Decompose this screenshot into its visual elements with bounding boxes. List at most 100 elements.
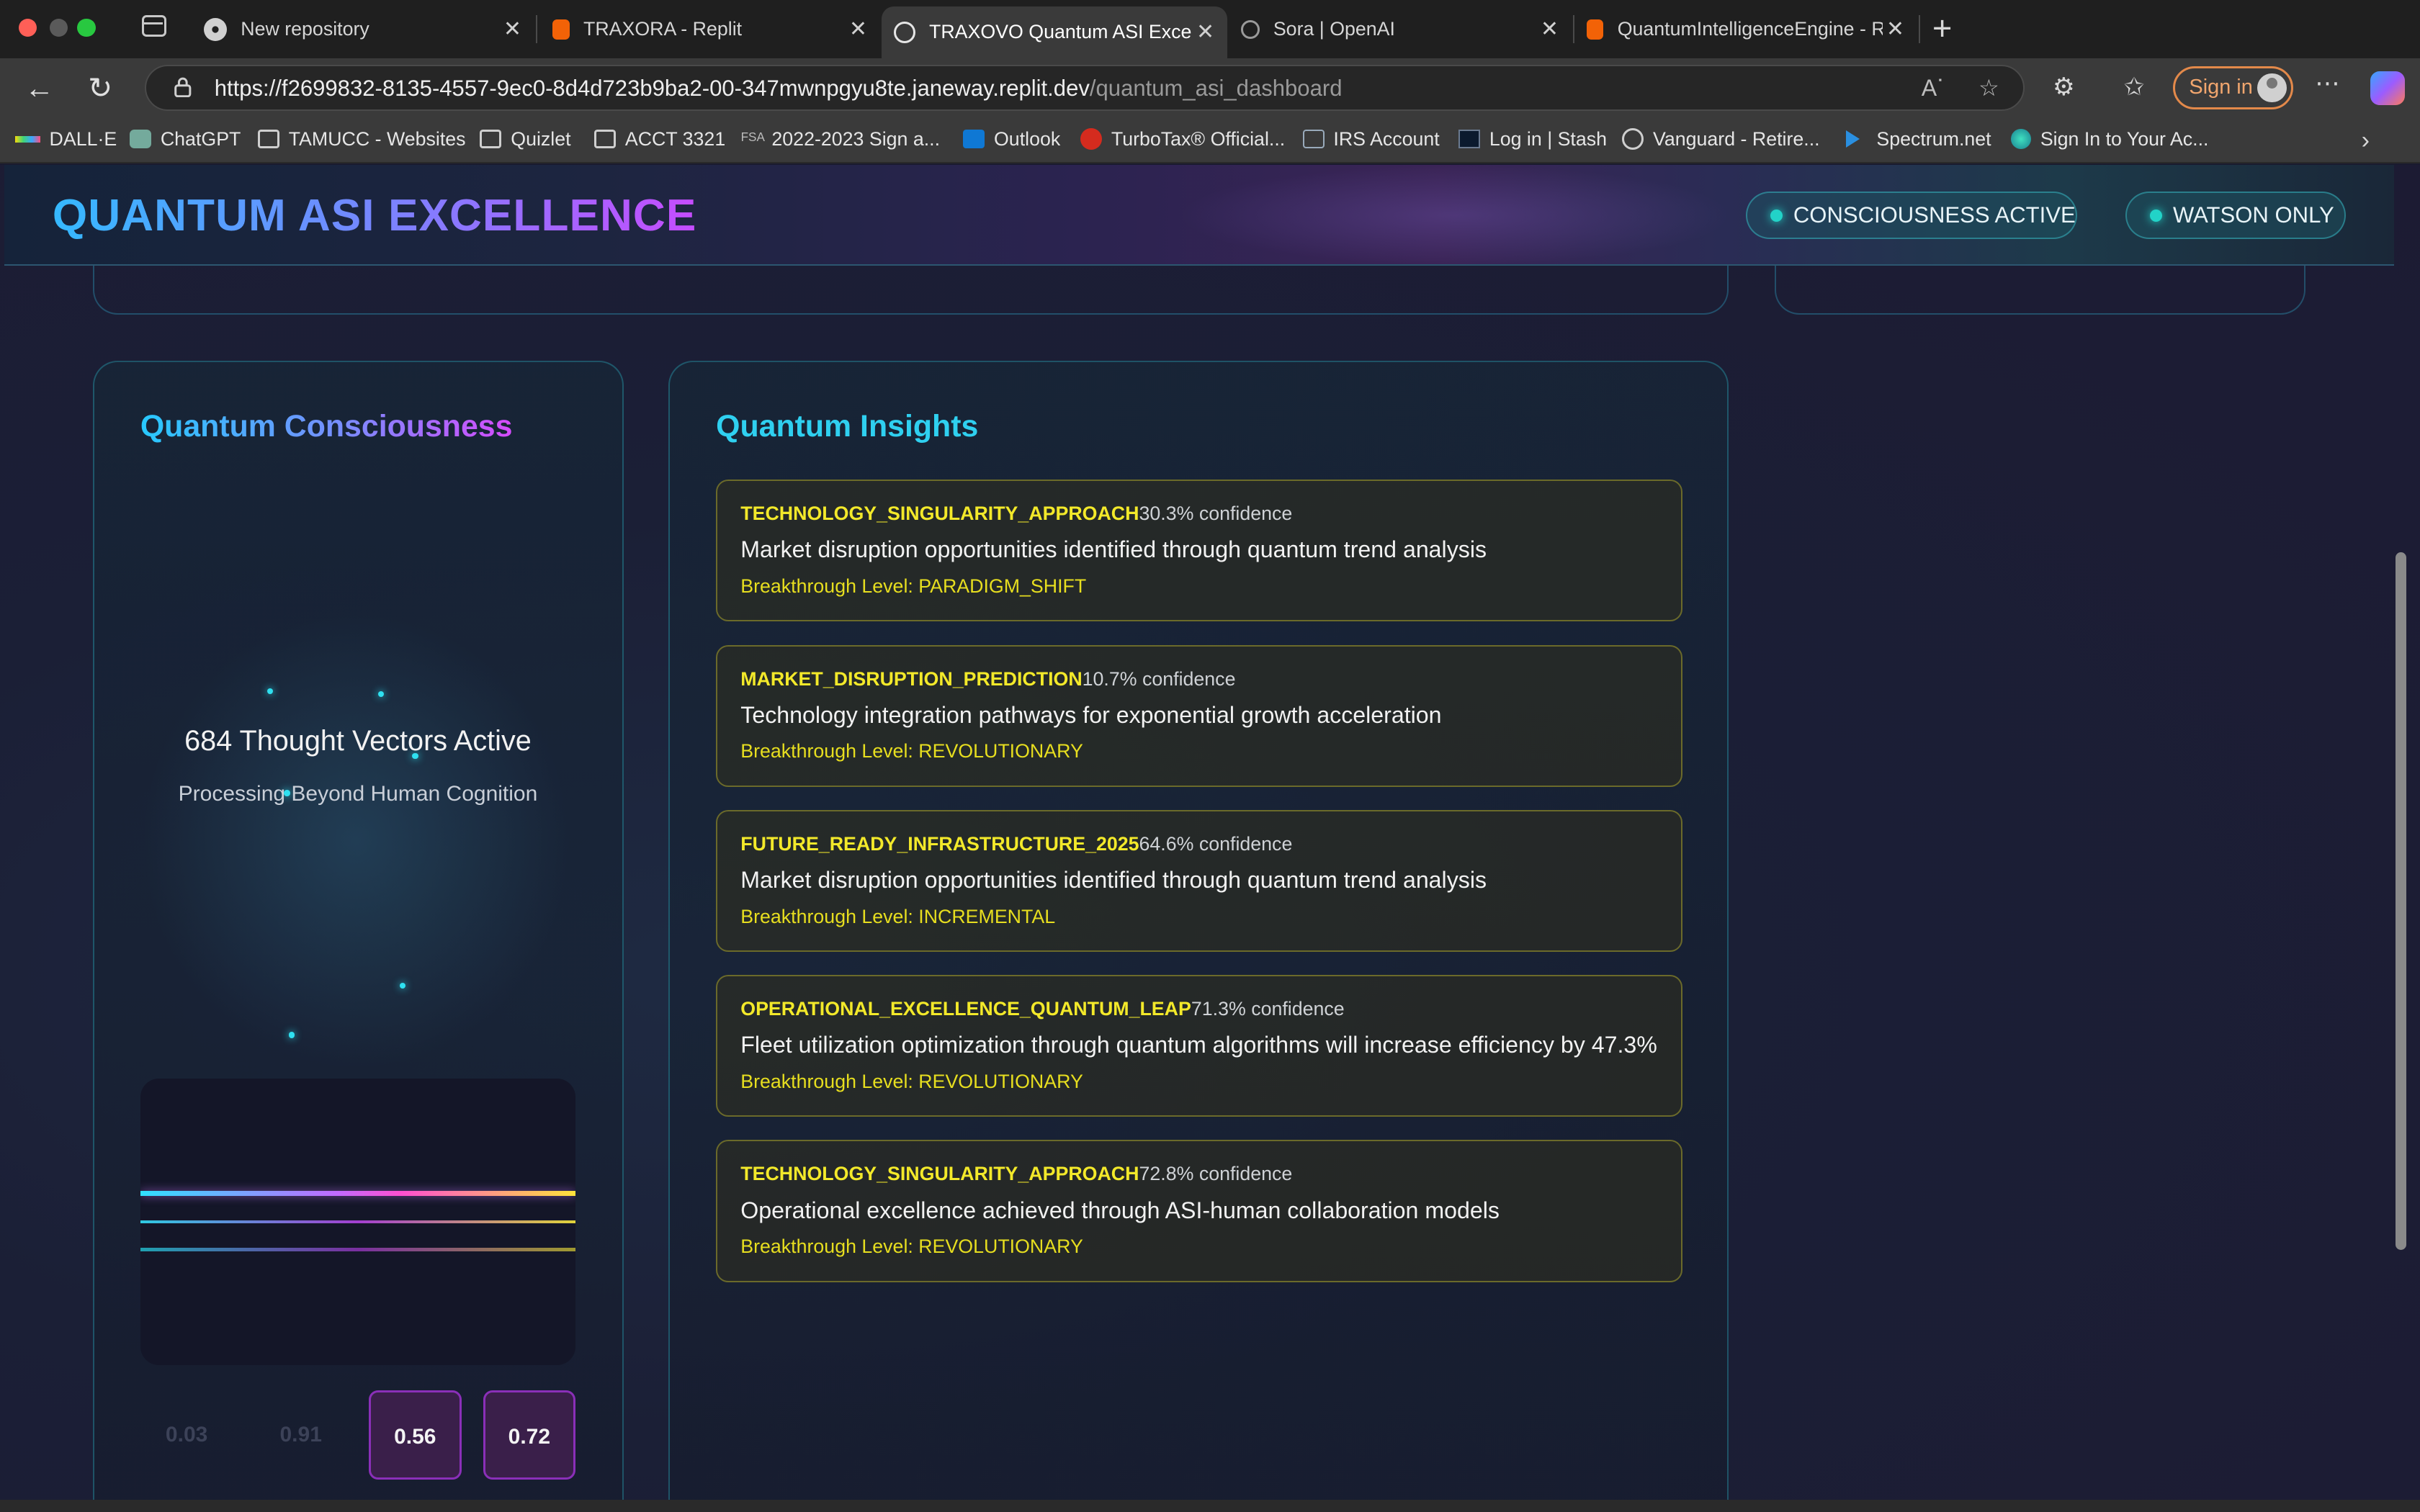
insight-header: TECHNOLOGY_SINGULARITY_APPROACH72.8% con… — [740, 1163, 1292, 1185]
consciousness-subtitle: Processing Beyond Human Cognition — [178, 782, 538, 806]
read-aloud-icon[interactable]: Aᐝ — [1922, 74, 1943, 102]
insight-card[interactable]: OPERATIONAL_EXCELLENCE_QUANTUM_LEAP71.3%… — [716, 975, 1682, 1117]
bookmark-outlook[interactable]: Outlook — [963, 128, 1060, 150]
status-label: CONSCIOUSNESS ACTIVE — [1793, 202, 2076, 228]
bookmark-label: Quizlet — [511, 127, 571, 150]
replit-icon — [552, 19, 570, 40]
url-host: https://f2699832-8135-4557-9ec0-8d4d723b… — [214, 75, 1090, 101]
minimize-window-button[interactable] — [49, 18, 68, 37]
irs-icon — [1302, 130, 1325, 149]
bookmark-dalle[interactable]: DALL·E — [15, 128, 117, 150]
bookmark-tamucc[interactable]: TAMUCC - Websites — [257, 128, 466, 150]
bookmark-turbotax[interactable]: TurboTax® Official... — [1080, 128, 1285, 150]
tab-traxora-replit[interactable]: TRAXORA - Replit ✕ — [537, 6, 880, 53]
bookmark-label: 2022-2023 Sign a... — [771, 127, 941, 150]
insight-breakthrough-level: Breakthrough Level: REVOLUTIONARY — [740, 740, 1083, 762]
insight-card[interactable]: TECHNOLOGY_SINGULARITY_APPROACH72.8% con… — [716, 1140, 1682, 1282]
spectrum-icon — [1845, 130, 1860, 148]
close-window-button[interactable] — [18, 18, 37, 37]
close-tab-icon[interactable]: ✕ — [500, 17, 524, 42]
maximize-window-button[interactable] — [77, 18, 96, 37]
more-menu-icon[interactable]: ⋯ — [2315, 69, 2339, 98]
tab-quantum-engine[interactable]: QuantumIntelligenceEngine - Re ✕ — [1574, 6, 1917, 53]
bookmark-label: Sign In to Your Ac... — [2040, 127, 2209, 150]
insight-breakthrough-level: Breakthrough Level: REVOLUTIONARY — [740, 1236, 1083, 1258]
status-dot-icon — [2149, 210, 2162, 222]
tab-title: TRAXORA - Replit — [583, 18, 743, 40]
bookmark-fsa[interactable]: FSA 2022-2023 Sign a... — [741, 128, 940, 150]
close-tab-icon[interactable]: ✕ — [1883, 17, 1907, 42]
brand-title: QUANTUM ASI EXCELLENCE — [52, 190, 697, 240]
bookmark-label: Vanguard - Retire... — [1652, 127, 1820, 150]
sign-in-button[interactable]: Sign in — [2173, 66, 2294, 110]
insight-breakthrough-level: Breakthrough Level: PARADIGM_SHIFT — [740, 575, 1087, 597]
tab-actions-icon[interactable] — [142, 15, 167, 37]
insight-header: OPERATIONAL_EXCELLENCE_QUANTUM_LEAP71.3%… — [740, 998, 1344, 1020]
status-badge-watson: WATSON ONLY — [2125, 191, 2347, 240]
tab-title: Sora | OpenAI — [1273, 18, 1395, 40]
insight-card[interactable]: MARKET_DISRUPTION_PREDICTION10.7% confid… — [716, 644, 1682, 787]
bookmark-acct[interactable]: ACCT 3321 — [594, 128, 725, 150]
status-badge-consciousness: CONSCIOUSNESS ACTIVE — [1745, 191, 2078, 240]
insight-description: Fleet utilization optimization through q… — [740, 1032, 1657, 1058]
insight-card[interactable]: FUTURE_READY_INFRASTRUCTURE_202564.6% co… — [716, 809, 1682, 952]
particle-dot — [266, 688, 274, 695]
favorite-star-icon[interactable]: ☆ — [1978, 74, 1999, 102]
extensions-icon[interactable]: ⚙ — [2053, 73, 2075, 102]
wave-line-primary — [140, 1191, 576, 1196]
account-icon — [2011, 129, 2031, 150]
bookmark-irs[interactable]: IRS Account — [1302, 128, 1440, 150]
tab-sora-openai[interactable]: Sora | OpenAI ✕ — [1229, 6, 1572, 53]
insight-breakthrough-level: Breakthrough Level: REVOLUTIONARY — [740, 1070, 1083, 1092]
folder-icon — [480, 130, 502, 149]
globe-icon — [1622, 128, 1644, 150]
bookmark-vanguard[interactable]: Vanguard - Retire... — [1622, 127, 1820, 150]
bookmark-label: Outlook — [993, 127, 1061, 150]
fsa-icon: FSA — [740, 130, 765, 145]
page-scrollbar[interactable] — [2395, 552, 2406, 1250]
insight-card[interactable]: TECHNOLOGY_SINGULARITY_APPROACH30.3% con… — [716, 480, 1682, 622]
openai-icon — [1240, 19, 1260, 39]
reload-icon[interactable]: ↻ — [88, 71, 112, 105]
close-tab-icon[interactable]: ✕ — [1193, 19, 1217, 45]
panel-above-left — [92, 265, 1729, 315]
chevron-right-icon[interactable]: › — [2362, 127, 2370, 155]
lock-icon — [174, 77, 192, 97]
insight-category: TECHNOLOGY_SINGULARITY_APPROACH — [740, 503, 1139, 525]
insight-description: Market disruption opportunities identifi… — [740, 536, 1487, 563]
folder-icon — [594, 130, 616, 149]
browser-toolbar: ← ↻ https://f2699832-8135-4557-9ec0-8d4d… — [0, 58, 2420, 117]
metric-tile: 0.03 — [165, 1422, 208, 1446]
close-tab-icon[interactable]: ✕ — [1537, 17, 1561, 42]
address-bar[interactable]: https://f2699832-8135-4557-9ec0-8d4d723b… — [145, 64, 2025, 112]
insight-description: Operational excellence achieved through … — [740, 1197, 1500, 1223]
back-icon[interactable]: ← — [24, 71, 54, 105]
insight-category: OPERATIONAL_EXCELLENCE_QUANTUM_LEAP — [740, 998, 1191, 1020]
metric-tile: 0.91 — [279, 1422, 322, 1446]
bookmark-label: ACCT 3321 — [624, 127, 726, 150]
bookmark-quizlet[interactable]: Quizlet — [480, 127, 571, 150]
replit-icon — [1586, 19, 1604, 40]
outlook-icon — [963, 130, 985, 149]
bookmark-stash[interactable]: Log in | Stash — [1458, 128, 1607, 150]
insight-description: Market disruption opportunities identifi… — [740, 866, 1487, 893]
bookmark-signin-account[interactable]: Sign In to Your Ac... — [2011, 128, 2208, 150]
close-tab-icon[interactable]: ✕ — [846, 17, 870, 42]
insight-description: Technology integration pathways for expo… — [740, 701, 1442, 728]
favorites-icon[interactable]: ✩ — [2124, 73, 2145, 102]
insight-header: FUTURE_READY_INFRASTRUCTURE_202564.6% co… — [740, 833, 1292, 855]
bookmarks-bar: DALL·E ChatGPT TAMUCC - Websites Quizlet… — [0, 117, 2420, 164]
bookmark-label: TurboTax® Official... — [1111, 127, 1286, 150]
bookmark-label: DALL·E — [49, 127, 117, 150]
tab-traxovo-active[interactable]: TRAXOVO Quantum ASI Excelle ✕ — [881, 6, 1227, 59]
copilot-icon[interactable] — [2370, 71, 2405, 105]
url-text: https://f2699832-8135-4557-9ec0-8d4d723b… — [215, 76, 1343, 102]
tab-title: QuantumIntelligenceEngine - Re — [1617, 18, 1883, 40]
waveform-visualizer — [140, 1078, 576, 1366]
insight-category: TECHNOLOGY_SINGULARITY_APPROACH — [740, 1163, 1139, 1185]
bookmark-chatgpt[interactable]: ChatGPT — [130, 128, 241, 150]
tab-new-repository[interactable]: ● New repository ✕ — [192, 6, 534, 53]
github-icon: ● — [203, 17, 227, 41]
bookmark-spectrum[interactable]: Spectrum.net — [1845, 128, 1991, 150]
new-tab-button[interactable]: + — [1932, 9, 1953, 46]
